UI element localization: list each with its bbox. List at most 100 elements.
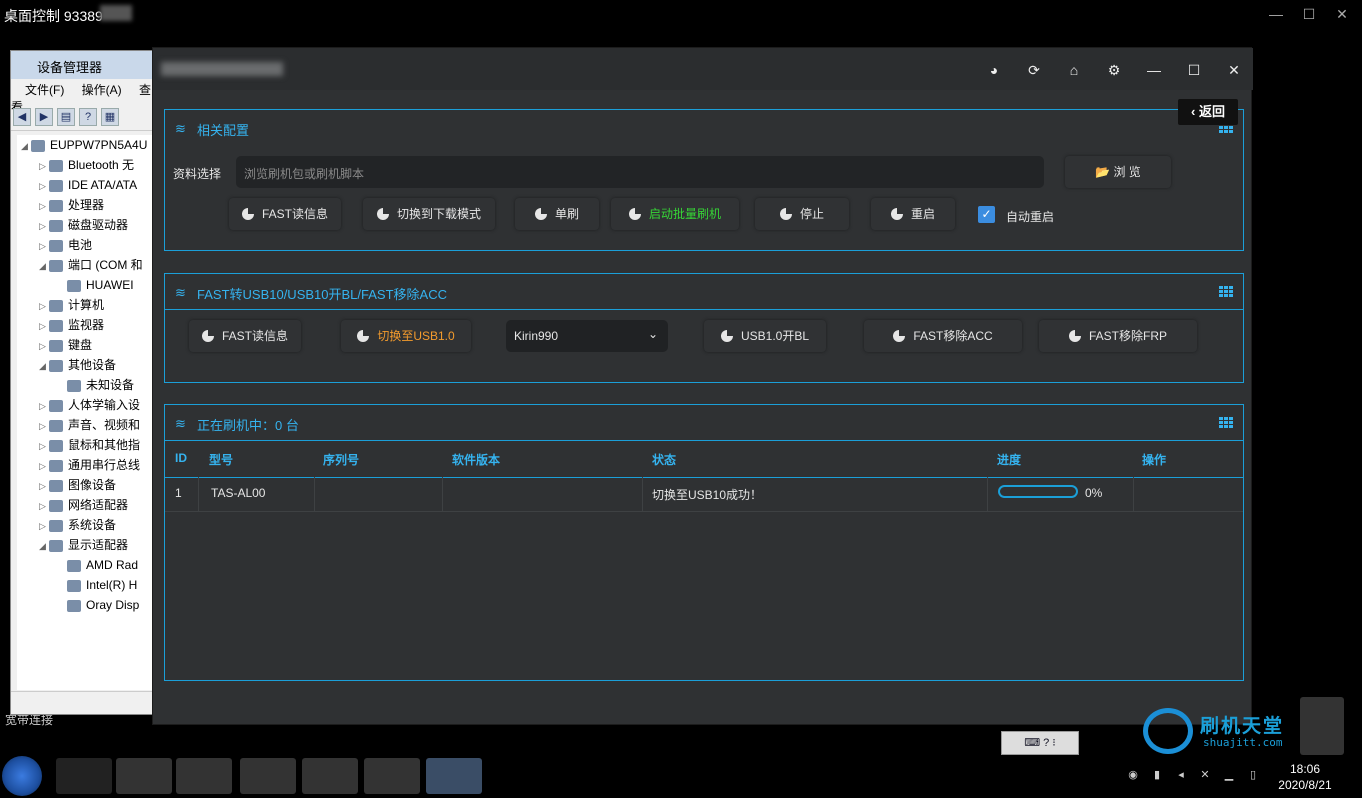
- tray-volume-icon[interactable]: ◂: [1174, 768, 1188, 782]
- grid-icon[interactable]: [1219, 286, 1233, 298]
- help-icon[interactable]: ?: [79, 108, 97, 126]
- fast-remove-acc-button[interactable]: FAST移除ACC: [864, 320, 1022, 352]
- remote-maximize-button[interactable]: ☐: [1298, 4, 1320, 24]
- expand-arrow-icon[interactable]: ◢: [39, 536, 49, 556]
- expand-arrow-icon[interactable]: ▷: [39, 156, 49, 176]
- expand-arrow-icon[interactable]: ◢: [39, 356, 49, 376]
- expand-arrow-icon[interactable]: ▷: [39, 236, 49, 256]
- device-tree-item[interactable]: 未知设备: [17, 375, 157, 395]
- device-tree-item[interactable]: ▷ 磁盘驱动器: [17, 215, 157, 235]
- device-tree-item[interactable]: Intel(R) H: [17, 575, 157, 595]
- fast-remove-frp-button[interactable]: FAST移除FRP: [1039, 320, 1197, 352]
- device-tree-item[interactable]: ▷ 电池: [17, 235, 157, 255]
- forward-arrow-icon[interactable]: ▶: [35, 108, 53, 126]
- home-icon[interactable]: ⌂: [1064, 60, 1084, 80]
- back-button[interactable]: ‹ 返回: [1178, 99, 1238, 125]
- expand-arrow-icon[interactable]: ◢: [21, 136, 31, 156]
- grid-icon[interactable]: [1219, 417, 1233, 429]
- toolbox-icon[interactable]: [240, 758, 296, 794]
- device-tree-item[interactable]: ▷ 鼠标和其他指: [17, 435, 157, 455]
- browse-button[interactable]: 📂 浏 览: [1065, 156, 1171, 188]
- expand-arrow-icon[interactable]: ▷: [39, 436, 49, 456]
- device-manager-task-icon[interactable]: [364, 758, 420, 794]
- device-icon: [49, 519, 63, 532]
- expand-arrow-icon[interactable]: ▷: [39, 176, 49, 196]
- network-tool-icon[interactable]: [302, 758, 358, 794]
- minimize-button[interactable]: —: [1144, 60, 1164, 80]
- expand-arrow-icon[interactable]: ▷: [39, 316, 49, 336]
- switch-download-mode-button[interactable]: 切换到下载模式: [363, 198, 495, 230]
- device-tree-item[interactable]: ◢ 显示适配器: [17, 535, 157, 555]
- device-tree-item[interactable]: AMD Rad: [17, 555, 157, 575]
- device-tree-item[interactable]: ▷ Bluetooth 无: [17, 155, 157, 175]
- button-label: USB1.0开BL: [740, 329, 810, 343]
- tray-network-icon[interactable]: ✕: [1198, 768, 1212, 782]
- fast-read-info-button[interactable]: FAST读信息: [229, 198, 341, 230]
- expand-arrow-icon[interactable]: ◢: [39, 256, 49, 276]
- settings-icon[interactable]: ⚙: [1104, 60, 1124, 80]
- device-tree-item[interactable]: ▷ 人体学输入设: [17, 395, 157, 415]
- gauge-icon[interactable]: ◕: [984, 60, 1004, 80]
- device-tree-item[interactable]: ▷ 网络适配器: [17, 495, 157, 515]
- reboot-button[interactable]: 重启: [871, 198, 955, 230]
- device-tree-item[interactable]: ▷ 键盘: [17, 335, 157, 355]
- expand-arrow-icon[interactable]: ▷: [39, 396, 49, 416]
- scan-icon[interactable]: ▦: [101, 108, 119, 126]
- chip-select[interactable]: Kirin990 ⌄: [506, 320, 668, 352]
- single-flash-button[interactable]: 单刷: [515, 198, 599, 230]
- close-button[interactable]: ✕: [1224, 60, 1244, 80]
- expand-arrow-icon[interactable]: ▷: [39, 496, 49, 516]
- taskbar-clock[interactable]: 18:06 2020/8/21: [1270, 761, 1340, 793]
- explorer-icon[interactable]: [176, 758, 232, 794]
- batch-flash-button[interactable]: 启动批量刷机: [611, 198, 739, 230]
- expand-arrow-icon[interactable]: ▷: [39, 416, 49, 436]
- device-tree-item[interactable]: ▷ 系统设备: [17, 515, 157, 535]
- stop-button[interactable]: 停止: [755, 198, 849, 230]
- expand-arrow-icon[interactable]: ▷: [39, 196, 49, 216]
- file-path-input[interactable]: 浏览刷机包或刷机脚本: [236, 156, 1044, 188]
- device-tree-item[interactable]: ▷ 图像设备: [17, 475, 157, 495]
- menu-file[interactable]: 文件(F): [25, 83, 64, 97]
- expand-arrow-icon[interactable]: ▷: [39, 336, 49, 356]
- device-tree-item[interactable]: HUAWEI: [17, 275, 157, 295]
- start-button[interactable]: [2, 756, 42, 796]
- ie-icon[interactable]: [56, 758, 112, 794]
- remote-minimize-button[interactable]: —: [1265, 4, 1287, 24]
- device-tree-item[interactable]: ▷ 通用串行总线: [17, 455, 157, 475]
- device-tree-item[interactable]: ◢ 端口 (COM 和: [17, 255, 157, 275]
- tray-power-icon[interactable]: ▯: [1246, 768, 1260, 782]
- device-tree-item[interactable]: ◢ EUPPW7PN5A4U: [17, 135, 157, 155]
- flash-tool-task-icon[interactable]: [426, 758, 482, 794]
- device-tree-item[interactable]: ▷ 处理器: [17, 195, 157, 215]
- maximize-button[interactable]: ☐: [1184, 60, 1204, 80]
- ime-toolbar[interactable]: ⌨ ? ⁝: [1001, 731, 1079, 755]
- expand-arrow-icon[interactable]: ▷: [39, 456, 49, 476]
- expand-arrow-icon[interactable]: ▷: [39, 476, 49, 496]
- expand-arrow-icon[interactable]: ▷: [39, 216, 49, 236]
- device-tree-item[interactable]: Oray Disp: [17, 595, 157, 615]
- device-tree-item[interactable]: ▷ IDE ATA/ATA: [17, 175, 157, 195]
- switch-usb10-button[interactable]: 切换至USB1.0: [341, 320, 471, 352]
- device-tree-item[interactable]: ◢ 其他设备: [17, 355, 157, 375]
- menu-action[interactable]: 操作(A): [82, 83, 122, 97]
- back-arrow-icon[interactable]: ◀: [13, 108, 31, 126]
- expand-arrow-icon[interactable]: ▷: [39, 516, 49, 536]
- refresh-app-icon[interactable]: [116, 758, 172, 794]
- fast-read-info-button-2[interactable]: FAST读信息: [189, 320, 301, 352]
- device-tree-label: 显示适配器: [68, 538, 129, 552]
- auto-restart-checkbox[interactable]: ✓: [978, 206, 995, 223]
- properties-icon[interactable]: ▤: [57, 108, 75, 126]
- expand-arrow-icon[interactable]: ▷: [39, 296, 49, 316]
- device-tree-item[interactable]: ▷ 声音、视频和: [17, 415, 157, 435]
- usb10-unlock-bl-button[interactable]: USB1.0开BL: [704, 320, 826, 352]
- watermark-url: shuajitt.com: [1203, 736, 1283, 749]
- tray-signal-icon[interactable]: ▁: [1222, 768, 1236, 782]
- device-tree-item[interactable]: ▷ 监视器: [17, 315, 157, 335]
- tray-app-icon[interactable]: ◉: [1126, 768, 1140, 782]
- config-panel-title: 相关配置: [197, 123, 250, 138]
- tray-battery-icon[interactable]: ▮: [1150, 768, 1164, 782]
- device-tree-label: 磁盘驱动器: [68, 218, 129, 232]
- refresh-icon[interactable]: ⟳: [1024, 60, 1044, 80]
- device-tree-item[interactable]: ▷ 计算机: [17, 295, 157, 315]
- remote-close-button[interactable]: ✕: [1331, 4, 1353, 24]
